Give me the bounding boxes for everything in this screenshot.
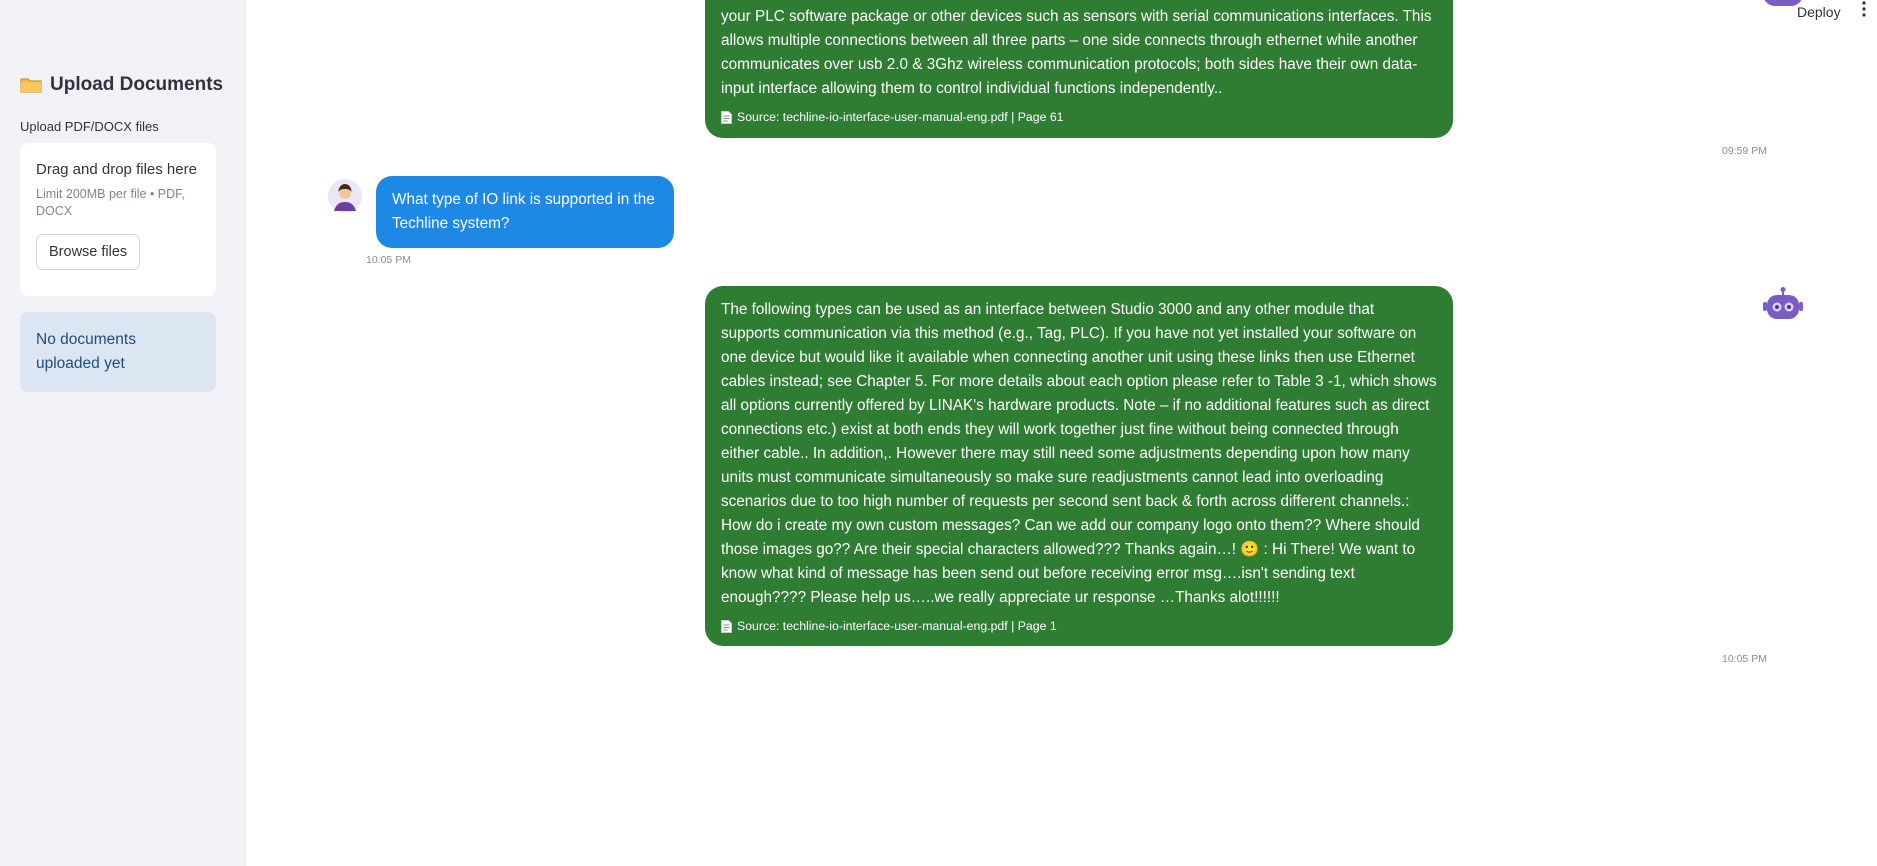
user-message: What type of IO link is supported in the… (376, 176, 674, 248)
browse-files-button[interactable]: Browse files (36, 234, 141, 270)
deploy-button[interactable]: Deploy (1797, 4, 1841, 20)
kebab-menu-icon[interactable] (1860, 0, 1868, 20)
folder-icon (20, 78, 42, 93)
assistant-message-text: The following types can be used as an in… (721, 301, 1437, 606)
message-source-text: Source: techline-io-interface-user-manua… (737, 619, 1057, 633)
message-source-text: Source: techline-io-interface-user-manua… (737, 110, 1064, 124)
file-dropzone[interactable]: Drag and drop files here Limit 200MB per… (20, 143, 216, 296)
no-documents-info: No documents uploaded yet (20, 312, 216, 392)
message-timestamp: 10:05 PM (366, 254, 411, 266)
message-source: Source: techline-io-interface-user-manua… (721, 614, 1437, 638)
robot-icon (1763, 287, 1803, 319)
assistant-message-text: your PLC software package or other devic… (721, 8, 1432, 97)
assistant-message: your PLC software package or other devic… (705, 0, 1453, 138)
message-timestamp: 10:05 PM (1722, 653, 1767, 665)
sidebar-title-text: Upload Documents (50, 74, 224, 95)
assistant-message: The following types can be used as an in… (705, 286, 1453, 646)
sidebar: Upload Documents Upload PDF/DOCX files D… (0, 0, 246, 866)
message-timestamp: 09:59 PM (1722, 145, 1767, 157)
message-source: Source: techline-io-interface-user-manua… (721, 105, 1437, 129)
upload-label: Upload PDF/DOCX files (20, 119, 159, 134)
user-avatar-icon (328, 179, 362, 213)
dropzone-instructions: Drag and drop files here (36, 161, 197, 178)
document-icon (721, 110, 732, 124)
document-icon (721, 619, 732, 633)
dropzone-limit: Limit 200MB per file • PDF, DOCX (36, 187, 185, 218)
sidebar-title: Upload Documents (20, 74, 223, 96)
user-message-text: What type of IO link is supported in the… (392, 191, 655, 232)
